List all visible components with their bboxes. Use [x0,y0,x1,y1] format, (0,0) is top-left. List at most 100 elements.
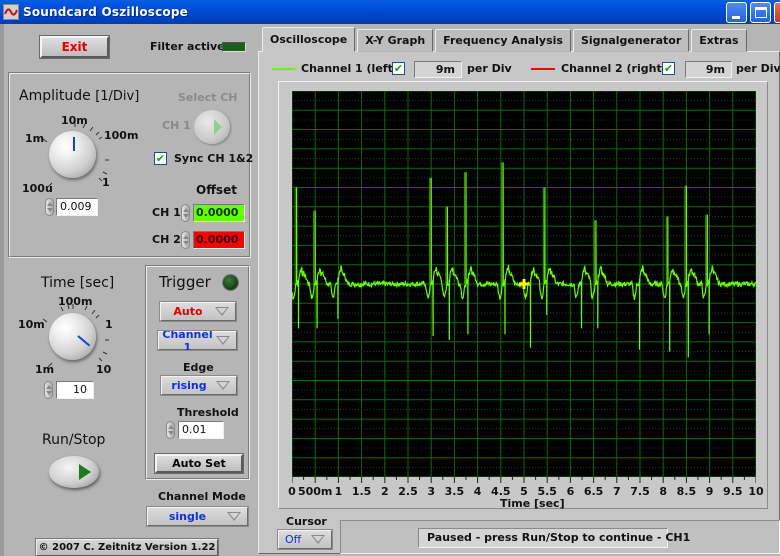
oscilloscope-plot[interactable] [292,91,756,477]
exit-button[interactable]: Exit [39,35,110,59]
x-axis-tick-label: 9.5 [723,485,743,498]
maximize-button[interactable] [750,2,771,23]
x-axis-tick-label: 2 [380,485,389,498]
threshold-label: Threshold [177,406,239,419]
channel-1-label: Channel 1 (left) [301,62,398,75]
oscilloscope-plot-svg [292,91,756,477]
channel-mode-value: single [168,510,207,523]
tab-signalgenerator[interactable]: Signalgenerator [572,29,690,52]
dropdown-arrow-icon [216,381,230,390]
dropdown-arrow-icon [311,535,325,544]
channel-2-per-div-input[interactable]: 9m [685,61,732,78]
trigger-mode-value: Auto [173,305,203,318]
x-axis-tick-label: 7.5 [630,485,650,498]
x-axis-tick-label: 2.5 [398,485,418,498]
trigger-mode-dropdown[interactable]: Auto [159,301,237,322]
offset-ch2-label: CH 2 [152,233,181,246]
trigger-title: Trigger [159,273,211,291]
status-message: Paused - press Run/Stop to continue - CH… [418,528,690,548]
amplitude-scale-label: 100u [22,182,53,195]
amplitude-input[interactable]: 0.009 [56,198,98,216]
x-axis-tick-label: 7 [612,485,621,498]
window-title: Soundcard Oszilloscope [23,5,188,19]
run-stop-button[interactable] [49,456,99,488]
tab-frequency-analysis[interactable]: Frequency Analysis [435,29,571,52]
x-axis-tick-label: 6.5 [583,485,604,498]
x-axis-title: Time [sec] [500,497,565,510]
minimize-icon [732,16,740,19]
title-bar: Soundcard Oszilloscope [0,0,780,24]
channel-1-per-div-input[interactable]: 9m [414,61,462,78]
run-stop-label: Run/Stop [42,432,106,448]
time-spinner[interactable] [44,381,53,399]
channel-2-legend-line [531,68,555,70]
offset-ch1-spinner[interactable] [181,204,190,222]
time-scale-label: 1m [35,363,55,376]
x-axis-tick-label: 6 [566,485,575,498]
amplitude-spinner[interactable] [45,198,54,216]
tab-xy-graph[interactable]: X-Y Graph [357,29,434,52]
x-axis-tick-label: 8 [659,485,668,498]
filter-active-indicator [222,42,246,52]
amplitude-scale-label: 100m [104,129,139,142]
channel-1-legend-line [272,68,296,70]
channel-1-per-div-label: per Div [467,62,512,75]
trigger-channel-dropdown[interactable]: Channel 1 [157,328,238,354]
x-axis-tick-label: 10 [748,485,764,498]
offset-title: Offset [196,183,237,197]
x-axis-tick-label: 1 [334,485,343,498]
amplitude-knob-pointer [73,137,75,151]
edge-label: Edge [183,361,214,374]
amplitude-knob-body[interactable] [49,131,96,178]
play-icon [214,119,222,135]
time-knob-pointer [77,335,91,347]
minimize-button[interactable] [726,2,747,23]
channel-1-checkbox[interactable]: ✔ [392,62,405,75]
offset-ch2-spinner[interactable] [181,231,190,249]
play-icon [79,464,91,480]
filter-active-label: Filter active [150,40,225,53]
amplitude-scale-label: 1 [102,176,110,189]
offset-ch1-input[interactable]: 0.0000 [193,204,245,222]
channel-2-checkbox[interactable]: ✔ [662,62,675,75]
dropdown-arrow-icon [227,512,241,521]
select-ch-button[interactable] [194,110,230,144]
x-axis-tick-label: 8.5 [676,485,697,498]
close-button[interactable] [774,2,780,23]
trigger-edge-dropdown[interactable]: rising [160,375,238,396]
x-axis-tick-label: 4 [473,485,482,498]
x-axis-ticks [292,477,756,483]
time-input[interactable]: 10 [56,381,94,399]
threshold-spinner[interactable] [166,421,175,439]
select-ch-value: CH 1 [162,119,191,132]
threshold-input[interactable]: 0.01 [178,421,224,439]
x-axis-tick-label: 0 [288,485,296,498]
tab-oscilloscope[interactable]: Oscilloscope [262,27,356,52]
time-scale-label: 1 [105,318,113,331]
tab-extras[interactable]: Extras [691,29,747,52]
channel-mode-label: Channel Mode [158,490,246,503]
offset-ch2-input[interactable]: 0.0000 [193,231,245,249]
channel-mode-dropdown[interactable]: single [146,506,249,527]
time-title: Time [sec] [41,275,115,291]
dropdown-arrow-icon [216,336,230,345]
amplitude-scale-label: 10m [61,114,88,127]
amplitude-title: Amplitude [1/Div] [19,88,140,104]
amplitude-scale-label: 1m [25,132,45,145]
cursor-dropdown[interactable]: Off [277,529,333,550]
sync-checkbox[interactable]: ✔ [154,152,167,165]
copyright-label: © 2007 C. Zeitnitz Version 1.22 [35,538,219,556]
x-axis-tick-label: 9 [705,485,714,498]
channel-2-label: Channel 2 (right) [561,62,667,75]
cursor-value: Off [285,533,302,546]
time-knob-body[interactable] [49,313,96,360]
x-axis-tick-label: 3.5 [444,485,465,498]
tab-bar: Oscilloscope X-Y Graph Frequency Analysi… [262,27,749,52]
trigger-edge-value: rising [171,379,207,392]
select-ch-label: Select CH [178,91,238,104]
trigger-indicator [223,275,238,290]
auto-set-button[interactable]: Auto Set [154,453,244,474]
dropdown-arrow-icon [215,307,229,316]
maximize-icon [755,7,767,18]
x-axis-tick-label: 500m [297,485,333,498]
